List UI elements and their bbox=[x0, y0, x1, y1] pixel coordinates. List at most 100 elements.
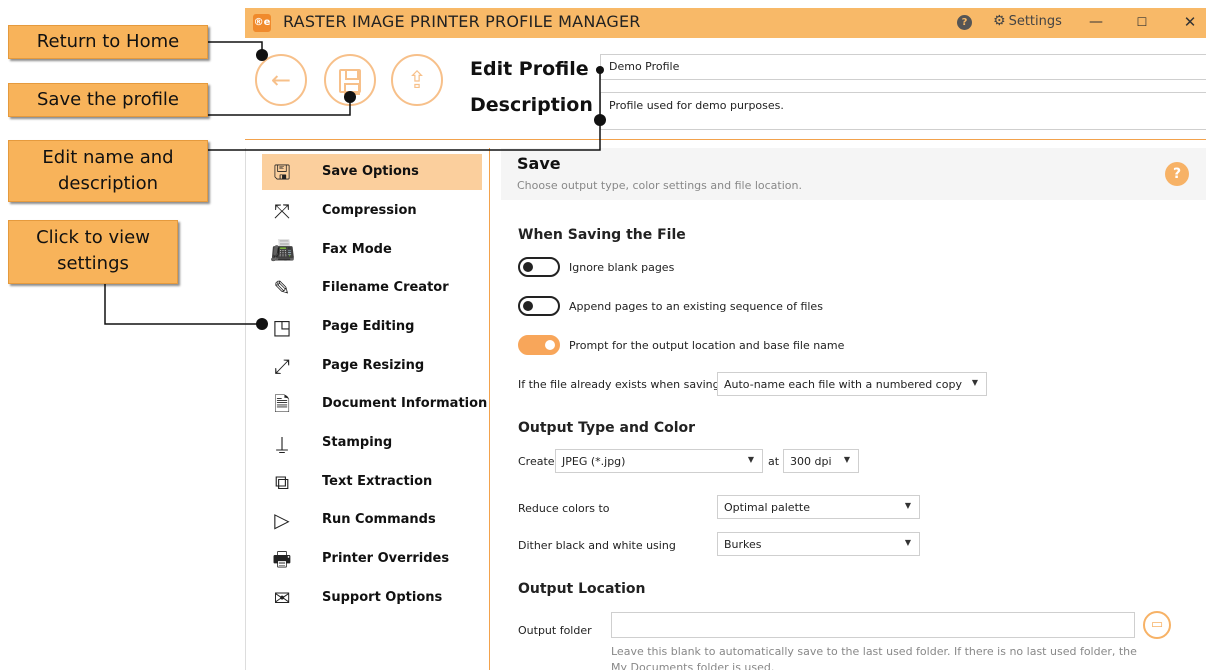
chevron-down-icon: ▼ bbox=[904, 501, 911, 510]
section-title-output-location: Output Location bbox=[518, 581, 646, 597]
nav-item-page-resizing[interactable]: ⤢ Page Resizing bbox=[262, 348, 482, 384]
nav-item-filename-creator[interactable]: ✎ Filename Creator bbox=[262, 270, 482, 306]
arrow-left-icon: ← bbox=[270, 66, 292, 94]
connector-click-view bbox=[104, 284, 262, 325]
nav-item-printer-overrides[interactable]: 🖶 Printer Overrides bbox=[262, 541, 482, 577]
panel-help-button[interactable]: ? bbox=[1165, 162, 1189, 186]
share-icon: ⇪ bbox=[406, 66, 428, 94]
toggle-label: Ignore blank pages bbox=[569, 261, 675, 274]
save-options-panel: Save Choose output type, color settings … bbox=[491, 148, 1206, 670]
output-folder-input[interactable] bbox=[611, 612, 1135, 638]
nav-item-save-options[interactable]: 🖫 Save Options bbox=[262, 154, 482, 190]
toggle-append-pages[interactable] bbox=[518, 296, 560, 316]
toggle-ignore-blank-pages[interactable] bbox=[518, 257, 560, 277]
save-button[interactable] bbox=[324, 54, 376, 106]
text-extract-icon: ⧉ bbox=[274, 470, 290, 494]
nav-item-label: Printer Overrides bbox=[322, 551, 450, 566]
edit-profile-label: Edit Profile - bbox=[470, 58, 604, 80]
nav-item-run-commands[interactable]: ▷ Run Commands bbox=[262, 502, 482, 538]
nav-item-support-options[interactable]: ✉ Support Options bbox=[262, 580, 482, 616]
run-icon: ▷ bbox=[274, 508, 290, 532]
select-value: JPEG (*.jpg) bbox=[562, 455, 626, 468]
settings-nav: 🖫 Save Options ⤧ Compression 📠 Fax Mode … bbox=[245, 148, 490, 670]
page-edit-icon: ◳ bbox=[272, 315, 292, 339]
create-label: Create bbox=[518, 455, 555, 468]
help-button[interactable]: ? bbox=[957, 15, 972, 30]
profile-name-input[interactable]: Demo Profile bbox=[600, 54, 1206, 80]
nav-item-label: Support Options bbox=[322, 590, 443, 605]
section-title-output-type: Output Type and Color bbox=[518, 420, 696, 436]
nav-item-label: Fax Mode bbox=[322, 242, 392, 257]
toggle-label: Append pages to an existing sequence of … bbox=[569, 300, 823, 313]
nav-item-label: Document Information bbox=[322, 396, 488, 411]
toggle-prompt-output-location[interactable] bbox=[518, 335, 560, 355]
chevron-down-icon: ▼ bbox=[747, 455, 754, 464]
nav-item-label: Filename Creator bbox=[322, 280, 449, 295]
description-label: Description bbox=[470, 94, 593, 116]
compress-icon: ⤧ bbox=[274, 199, 290, 223]
export-button[interactable]: ⇪ bbox=[391, 54, 443, 106]
profile-description-input[interactable]: Profile used for demo purposes. bbox=[600, 92, 1206, 130]
toggle-label: Prompt for the output location and base … bbox=[569, 339, 845, 352]
folder-icon: ▭ bbox=[1150, 617, 1164, 632]
select-value: Optimal palette bbox=[724, 501, 810, 514]
select-value: Burkes bbox=[724, 538, 762, 551]
callout-edit-name: Edit name and description bbox=[8, 140, 208, 202]
doc-info-icon: 🗎 bbox=[273, 392, 291, 416]
nav-item-label: Save Options bbox=[322, 164, 419, 179]
output-type-select[interactable]: JPEG (*.jpg) ▼ bbox=[555, 449, 763, 473]
close-button[interactable]: ✕ bbox=[1175, 11, 1205, 33]
app-window: ®e RASTER IMAGE PRINTER PROFILE MANAGER … bbox=[245, 8, 1206, 670]
app-logo: ®e bbox=[253, 14, 271, 32]
callout-line: settings bbox=[57, 253, 129, 274]
nav-item-label: Run Commands bbox=[322, 512, 436, 527]
nav-item-label: Page Resizing bbox=[322, 358, 425, 373]
fax-icon: 📠 bbox=[270, 238, 295, 262]
output-folder-label: Output folder bbox=[518, 624, 592, 637]
nav-item-document-information[interactable]: 🗎 Document Information bbox=[262, 386, 487, 422]
nav-item-label: Page Editing bbox=[322, 319, 415, 334]
app-title: RASTER IMAGE PRINTER PROFILE MANAGER bbox=[283, 12, 641, 31]
callout-return-home: Return to Home bbox=[8, 25, 208, 59]
dither-select[interactable]: Burkes ▼ bbox=[717, 532, 920, 556]
panel-title: Save bbox=[517, 154, 561, 173]
back-button[interactable]: ← bbox=[255, 54, 307, 106]
nav-item-stamping[interactable]: ⍊ Stamping bbox=[262, 425, 482, 461]
nav-item-fax-mode[interactable]: 📠 Fax Mode bbox=[262, 232, 482, 268]
output-folder-hint: Leave this blank to automatically save t… bbox=[611, 645, 1137, 670]
callout-save-profile: Save the profile bbox=[8, 83, 208, 117]
nav-item-label: Text Extraction bbox=[322, 474, 433, 489]
nav-item-compression[interactable]: ⤧ Compression bbox=[262, 193, 482, 229]
resize-icon: ⤢ bbox=[274, 354, 290, 378]
nav-item-text-extraction[interactable]: ⧉ Text Extraction bbox=[262, 464, 482, 500]
callout-line: Click to view bbox=[36, 227, 150, 248]
nav-item-page-editing[interactable]: ◳ Page Editing bbox=[262, 309, 482, 345]
nav-item-label: Stamping bbox=[322, 435, 393, 450]
browse-folder-button[interactable]: ▭ bbox=[1143, 611, 1171, 639]
stamp-icon: ⍊ bbox=[276, 431, 288, 455]
dpi-select[interactable]: 300 dpi ▼ bbox=[783, 449, 859, 473]
callout-line: Edit name and bbox=[42, 147, 174, 168]
minimize-button[interactable]: — bbox=[1081, 11, 1111, 33]
save-icon: 🖫 bbox=[273, 160, 291, 184]
toggle-knob bbox=[523, 301, 533, 311]
settings-button[interactable]: ⚙ Settings bbox=[993, 13, 1062, 29]
toggle-knob bbox=[545, 340, 555, 350]
maximize-button[interactable]: ☐ bbox=[1127, 11, 1157, 33]
settings-label: Settings bbox=[1008, 14, 1062, 29]
chevron-down-icon: ▼ bbox=[843, 455, 850, 464]
file-exists-select[interactable]: Auto-name each file with a numbered copy… bbox=[717, 372, 987, 396]
reduce-colors-select[interactable]: Optimal palette ▼ bbox=[717, 495, 920, 519]
select-value: 300 dpi bbox=[790, 455, 832, 468]
chevron-down-icon: ▼ bbox=[904, 538, 911, 547]
callout-line: description bbox=[57, 173, 159, 194]
select-value: Auto-name each file with a numbered copy bbox=[724, 378, 962, 391]
panel-subtitle: Choose output type, color settings and f… bbox=[517, 179, 802, 192]
section-title-when-saving: When Saving the File bbox=[518, 227, 686, 243]
at-label: at bbox=[768, 455, 780, 468]
reduce-colors-label: Reduce colors to bbox=[518, 502, 610, 515]
nav-list: 🖫 Save Options ⤧ Compression 📠 Fax Mode … bbox=[245, 148, 490, 670]
profile-header: ← ⇪ Edit Profile - Description Demo Prof… bbox=[245, 38, 1206, 140]
toggle-knob bbox=[523, 262, 533, 272]
floppy-disk-icon bbox=[339, 69, 361, 95]
